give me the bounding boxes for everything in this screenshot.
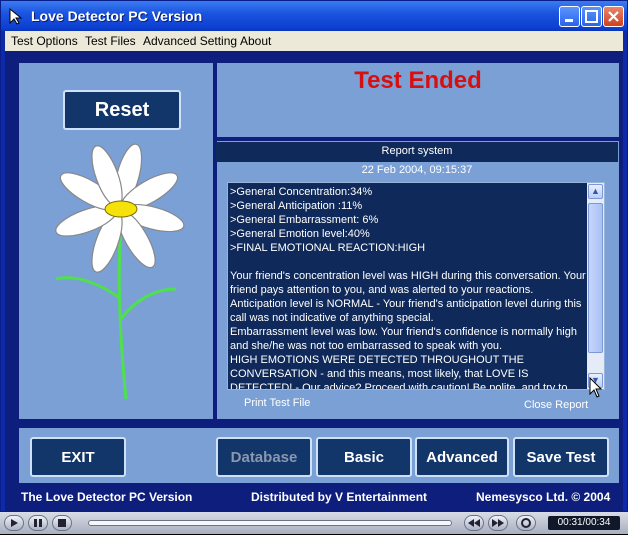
mouse-cursor-icon [589, 377, 603, 398]
close-report-link[interactable]: Close Report [524, 399, 588, 411]
pause-icon [34, 519, 42, 527]
window-title: Love Detector PC Version [31, 8, 203, 24]
menu-bar: Test Options Test Files Advanced Setting… [5, 31, 623, 51]
menu-test-files[interactable]: Test Files [85, 34, 136, 48]
basic-button[interactable]: Basic [316, 437, 412, 477]
seek-bar[interactable] [88, 520, 452, 526]
app-icon [9, 7, 23, 25]
menu-about[interactable]: About [240, 34, 271, 48]
footer-copyright: Nemesysco Ltd. © 2004 [476, 490, 611, 504]
advanced-button[interactable]: Advanced [415, 437, 509, 477]
stop-icon [58, 519, 66, 527]
report-line: >General Embarrassment: 6% [230, 214, 379, 226]
reset-button[interactable]: Reset [63, 90, 181, 130]
pause-button[interactable] [28, 515, 48, 531]
speaker-icon [521, 518, 531, 528]
save-test-button[interactable]: Save Test [513, 437, 609, 477]
exit-button[interactable]: EXIT [30, 437, 126, 477]
footer-distributor: Distributed by V Entertainment [251, 490, 428, 504]
print-test-file-link[interactable]: Print Test File [244, 397, 310, 409]
maximize-icon [585, 10, 598, 23]
report-line: Your friend's concentration level was HI… [230, 270, 586, 296]
scroll-thumb[interactable] [588, 203, 603, 353]
fast-forward-icon [492, 519, 504, 527]
play-button[interactable] [4, 515, 24, 531]
media-player-bar: 00:31/00:34 [0, 512, 628, 534]
close-icon [608, 11, 619, 22]
title-bar[interactable]: Love Detector PC Version [1, 1, 627, 31]
menu-advanced-setting[interactable]: Advanced Setting [143, 34, 237, 48]
daisy-flower-icon [55, 143, 185, 400]
play-icon [11, 519, 18, 527]
report-line: Embarrassment level was low. Your friend… [230, 326, 580, 352]
database-button[interactable]: Database [216, 437, 312, 477]
report-line: HIGH EMOTIONS WERE DETECTED THROUGHOUT T… [230, 354, 568, 390]
rewind-icon [468, 519, 480, 527]
rewind-button[interactable] [464, 515, 484, 531]
report-text: >General Concentration:34% >General Anti… [230, 185, 586, 390]
status-title: Test Ended [354, 67, 482, 94]
report-line: Anticipation level is NORMAL - Your frie… [230, 298, 585, 324]
report-date: 22 Feb 2004, 09:15:37 [361, 164, 473, 176]
report-line: >FINAL EMOTIONAL REACTION:HIGH [230, 242, 426, 254]
minimize-icon [565, 19, 573, 22]
footer-product-name: The Love Detector PC Version [21, 490, 193, 504]
menu-test-options[interactable]: Test Options [11, 34, 78, 48]
minimize-button[interactable] [559, 6, 580, 27]
stop-button[interactable] [52, 515, 72, 531]
report-line: >General Emotion level:40% [230, 228, 370, 240]
mute-button[interactable] [516, 515, 536, 531]
report-line: >General Anticipation :11% [230, 200, 363, 212]
scroll-up-icon[interactable]: ▲ [588, 184, 603, 199]
report-line: >General Concentration:34% [230, 186, 373, 198]
report-header: Report system [216, 142, 618, 162]
close-button[interactable] [603, 6, 624, 27]
app-window: Love Detector PC Version Test Options Te… [0, 0, 628, 512]
report-scrollbar[interactable]: ▲ ▼ [587, 183, 604, 389]
report-text-area[interactable]: >General Concentration:34% >General Anti… [227, 182, 605, 390]
report-line [230, 255, 586, 269]
playback-time: 00:31/00:34 [548, 516, 620, 530]
maximize-button[interactable] [581, 6, 602, 27]
fast-forward-button[interactable] [488, 515, 508, 531]
